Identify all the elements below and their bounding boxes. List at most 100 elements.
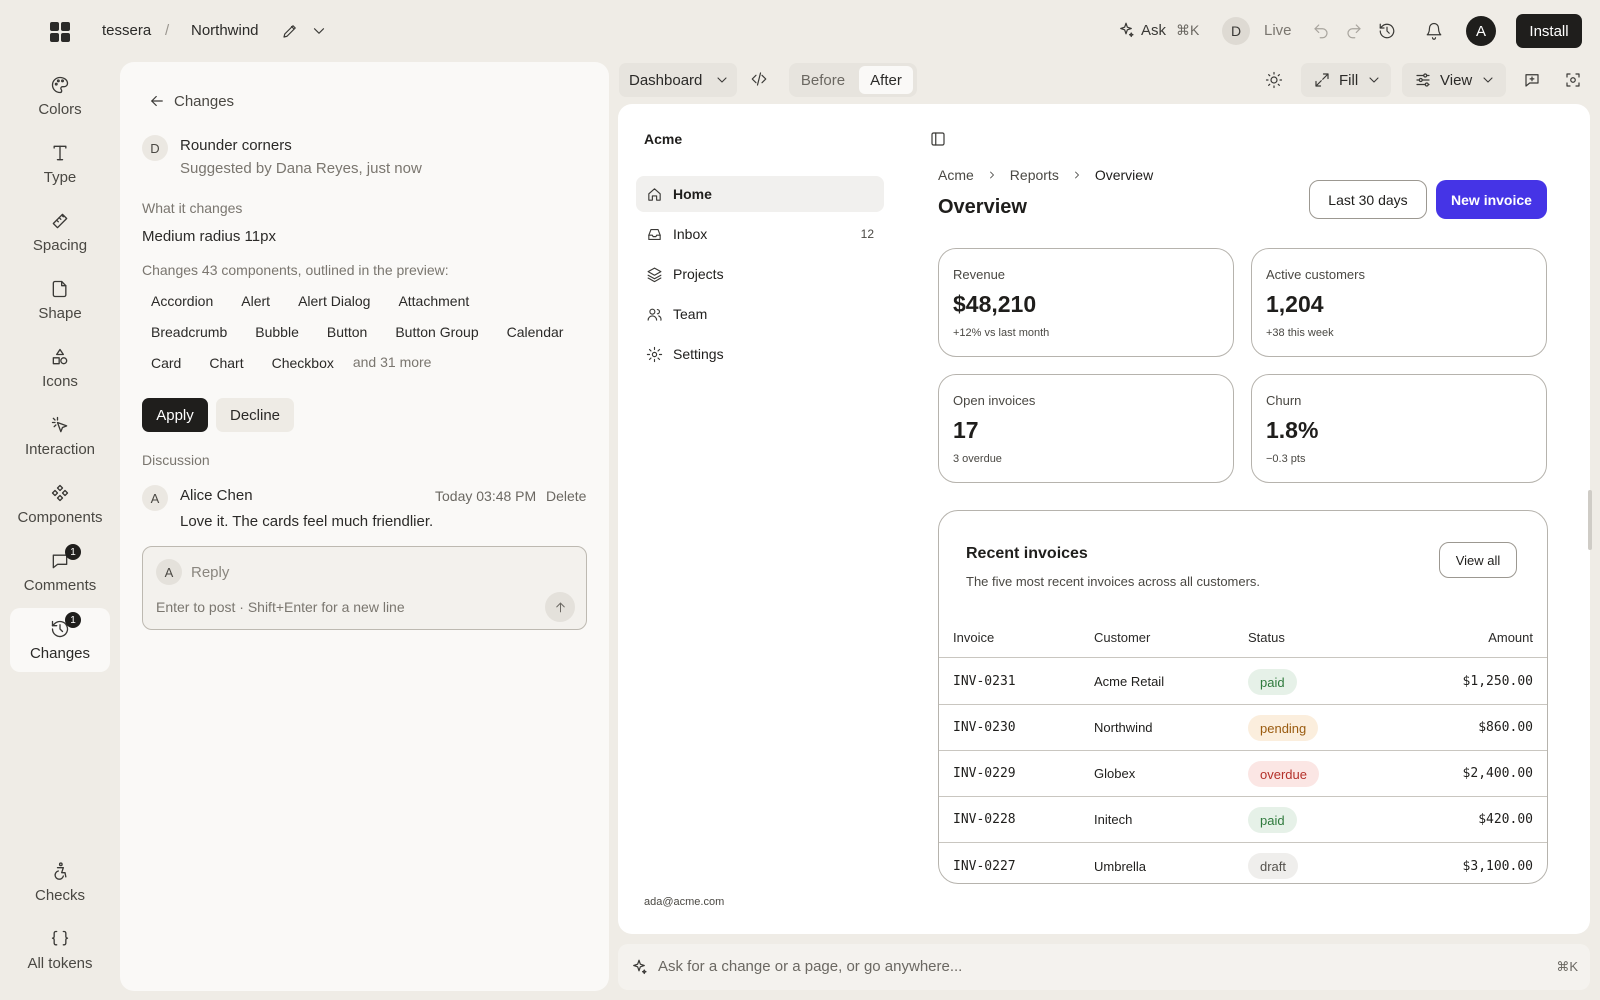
user-avatar[interactable]: A (1466, 16, 1496, 46)
comment-avatar: A (142, 485, 168, 511)
stat-label: Open invoices (953, 393, 1036, 408)
rail-item-icons[interactable]: Icons (10, 336, 110, 400)
rail-item-comments[interactable]: 1 Comments (10, 540, 110, 604)
after-tab[interactable]: After (859, 66, 913, 94)
nav-label: Team (673, 306, 708, 322)
decline-button[interactable]: Decline (216, 398, 294, 432)
add-comment-icon[interactable] (1523, 71, 1541, 89)
rail-item-all-tokens[interactable]: All tokens (10, 918, 110, 982)
rail-item-checks[interactable]: Checks (10, 850, 110, 914)
component-chip[interactable]: Chart (200, 352, 252, 373)
edit-pencil-icon[interactable] (281, 22, 299, 40)
table-row[interactable]: INV-0230 Northwind pending $860.00 (939, 705, 1547, 751)
rail-item-colors[interactable]: Colors (10, 64, 110, 128)
prompt-placeholder: Ask for a change or a page, or go anywhe… (658, 958, 963, 975)
before-tab[interactable]: Before (793, 66, 853, 94)
component-chip[interactable]: Calendar (498, 321, 573, 342)
send-reply-button[interactable] (545, 592, 575, 622)
preview-nav-team[interactable]: Team (636, 296, 884, 332)
apply-button[interactable]: Apply (142, 398, 208, 432)
view-all-button[interactable]: View all (1439, 542, 1517, 578)
comment-author: Alice Chen (180, 487, 253, 504)
view-select[interactable]: View (1402, 63, 1506, 97)
rail-label: Colors (38, 100, 82, 118)
fill-label: Fill (1339, 71, 1359, 89)
ask-button[interactable]: Ask ⌘K (1117, 21, 1199, 39)
table-row[interactable]: INV-0229 Globex overdue $2,400.00 (939, 751, 1547, 797)
undo-icon[interactable] (1312, 22, 1330, 40)
rail-item-changes[interactable]: 1 Changes (10, 608, 110, 672)
sidebar-toggle-icon[interactable] (929, 130, 947, 148)
sun-icon[interactable] (1265, 71, 1283, 89)
rail-label: Components (17, 508, 103, 526)
prompt-shortcut: ⌘K (1556, 959, 1578, 974)
bell-icon[interactable] (1425, 22, 1443, 40)
table-row[interactable]: INV-0231 Acme Retail paid $1,250.00 (939, 659, 1547, 705)
what-changes-value: Medium radius 11px (142, 228, 276, 245)
app-logo-icon[interactable] (50, 22, 70, 42)
rail-item-interaction[interactable]: Interaction (10, 404, 110, 468)
component-chip[interactable]: Breadcrumb (142, 321, 236, 342)
breadcrumb-separator: / (165, 22, 170, 39)
components-count-label: Changes 43 components, outlined in the p… (142, 262, 449, 278)
more-components[interactable]: and 31 more (353, 352, 432, 373)
rail-item-shape[interactable]: Shape (10, 268, 110, 332)
chevron-down-icon (1480, 72, 1496, 88)
rail-label: Interaction (24, 440, 96, 458)
org-name[interactable]: tessera (102, 22, 151, 39)
invoice-customer: Northwind (1094, 720, 1153, 735)
component-chip[interactable]: Alert Dialog (289, 290, 379, 311)
discussion-label: Discussion (142, 452, 210, 468)
rail-label: Changes (29, 644, 91, 662)
chevron-down-icon[interactable] (310, 22, 328, 40)
table-row[interactable]: INV-0228 Initech paid $420.00 (939, 797, 1547, 843)
preview-user-email: ada@acme.com (644, 896, 725, 908)
component-chip[interactable]: Button (318, 321, 376, 342)
preview-nav-inbox[interactable]: Inbox 12 (636, 216, 884, 252)
install-button[interactable]: Install (1516, 14, 1582, 48)
preview-nav-settings[interactable]: Settings (636, 336, 884, 372)
component-chip[interactable]: Attachment (389, 290, 478, 311)
command-prompt-input[interactable]: Ask for a change or a page, or go anywhe… (618, 944, 1590, 990)
project-name[interactable]: Northwind (191, 22, 259, 39)
ruler-icon (50, 211, 70, 231)
date-range-button[interactable]: Last 30 days (1309, 180, 1427, 219)
breadcrumb-current: Overview (1094, 167, 1154, 183)
component-chip[interactable]: Accordion (142, 290, 222, 311)
breadcrumb-item[interactable]: Reports (1010, 167, 1059, 183)
component-chip[interactable]: Bubble (246, 321, 308, 342)
stat-card: Active customers 1,204 +38 this week (1251, 248, 1547, 357)
redo-icon[interactable] (1345, 22, 1363, 40)
live-user-avatar[interactable]: D (1222, 17, 1250, 45)
component-chip[interactable]: Alert (232, 290, 279, 311)
comment-delete-button[interactable]: Delete (546, 488, 586, 504)
components-icon (50, 483, 70, 503)
rail-item-type[interactable]: Type (10, 132, 110, 196)
breadcrumb-item[interactable]: Acme (938, 167, 974, 183)
component-chip[interactable]: Checkbox (263, 352, 343, 373)
suggester-avatar: D (142, 135, 168, 161)
new-invoice-button[interactable]: New invoice (1436, 180, 1547, 219)
invoice-amount: $3,100.00 (1462, 858, 1533, 874)
code-icon[interactable] (750, 70, 768, 88)
page-select[interactable]: Dashboard (619, 63, 737, 97)
stat-value: 1,204 (1266, 291, 1324, 317)
preview-nav-home[interactable]: Home (636, 176, 884, 212)
focus-icon[interactable] (1564, 71, 1582, 89)
component-chip[interactable]: Button Group (386, 321, 487, 342)
rail-item-components[interactable]: Components (10, 472, 110, 536)
component-chip[interactable]: Card (142, 352, 190, 373)
rail-item-spacing[interactable]: Spacing (10, 200, 110, 264)
live-label[interactable]: Live (1264, 22, 1292, 39)
back-to-changes[interactable]: Changes (148, 92, 234, 110)
history-icon[interactable] (1378, 22, 1396, 40)
stat-sub: −0.3 pts (1266, 453, 1306, 465)
before-after-toggle: Before After (789, 63, 917, 97)
preview-scrollbar[interactable] (1588, 490, 1592, 550)
preview-nav-projects[interactable]: Projects (636, 256, 884, 292)
top-bar: tessera / Northwind Ask ⌘K D Live A Inst… (0, 0, 1600, 62)
fill-select[interactable]: Fill (1301, 63, 1391, 97)
table-row[interactable]: INV-0227 Umbrella draft $3,100.00 (939, 843, 1547, 883)
nav-label: Inbox (673, 226, 708, 242)
reply-input[interactable]: A Reply Enter to post · Shift+Enter for … (142, 546, 587, 630)
